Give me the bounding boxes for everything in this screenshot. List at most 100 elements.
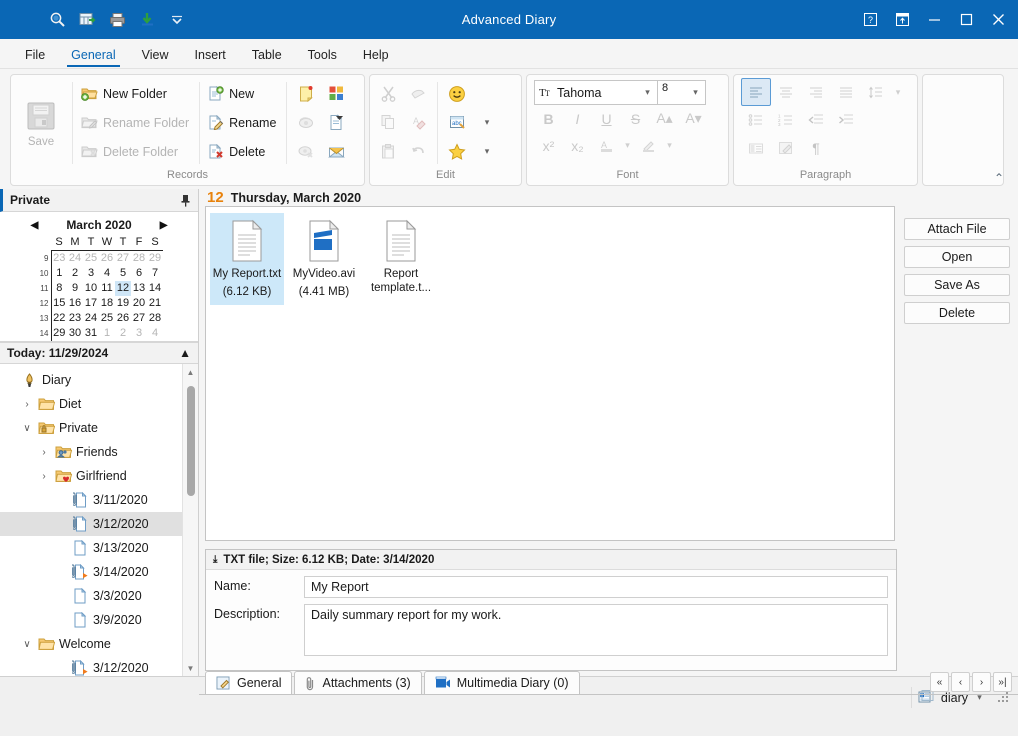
tree-item-3-11-2020[interactable]: 3/11/2020 — [0, 488, 198, 512]
calendar-day[interactable]: 7 — [147, 266, 163, 281]
tree-item-diet[interactable]: › Diet — [0, 392, 198, 416]
expand-arrow-icon[interactable]: › — [36, 471, 52, 482]
calendar-day[interactable]: 14 — [147, 281, 163, 296]
attachment-item[interactable]: MyVideo.avi (4.41 MB) — [287, 213, 361, 305]
tree-item-private[interactable]: ∨ Private — [0, 416, 198, 440]
calendar-day[interactable]: 1 — [51, 266, 67, 281]
calendar-day[interactable]: 11 — [99, 281, 115, 296]
attachment-list[interactable]: My Report.txt (6.12 KB) MyVideo.avi (4.41 M… — [205, 206, 895, 541]
calendar-day[interactable]: 1 — [99, 326, 115, 341]
calendar-day[interactable]: 27 — [131, 311, 147, 326]
save-button[interactable]: Save — [14, 79, 68, 167]
tab-table[interactable]: Table — [239, 44, 295, 68]
tab-tools[interactable]: Tools — [295, 44, 350, 68]
next-month-arrow[interactable]: ▶ — [160, 220, 168, 231]
calendar-day[interactable]: 3 — [131, 326, 147, 341]
tree-item-3-3-2020[interactable]: 3/3/2020 — [0, 584, 198, 608]
save-as-button[interactable]: Save As — [904, 274, 1010, 296]
import-icon[interactable] — [132, 7, 162, 33]
calendar-day[interactable]: 29 — [147, 251, 163, 267]
tab-view[interactable]: View — [129, 44, 182, 68]
pin-icon[interactable] — [180, 194, 191, 207]
sticky-note-icon[interactable] — [291, 79, 321, 108]
insert-object-chevron-down-icon[interactable]: ▾ — [472, 108, 502, 137]
tree-item-friends[interactable]: › Friends — [0, 440, 198, 464]
collapse-arrow-icon[interactable]: ∨ — [19, 423, 35, 434]
calendar-day[interactable]: 30 — [67, 326, 83, 341]
scroll-down-arrow[interactable]: ▼ — [183, 660, 198, 676]
tab-attachments[interactable]: Attachments (3) — [294, 671, 422, 694]
new-folder-button[interactable]: New Folder — [77, 79, 195, 108]
tab-help[interactable]: Help — [350, 44, 402, 68]
calendar-day[interactable]: 27 — [115, 251, 131, 267]
last-record-button[interactable]: »| — [993, 672, 1012, 692]
search-icon[interactable] — [42, 7, 72, 33]
calendar-day[interactable]: 8 — [51, 281, 67, 296]
attach-file-button[interactable]: Attach File — [904, 218, 1010, 240]
calendar-day[interactable]: 26 — [115, 311, 131, 326]
description-input[interactable]: Daily summary report for my work. — [304, 604, 888, 656]
collapse-arrow-icon[interactable]: ∨ — [19, 639, 35, 650]
insert-object-icon[interactable]: abc — [442, 108, 472, 137]
calendar-day[interactable]: 5 — [115, 266, 131, 281]
calendar-day[interactable]: 20 — [131, 296, 147, 311]
calendar-day[interactable]: 24 — [67, 251, 83, 267]
calendar-day[interactable]: 2 — [67, 266, 83, 281]
tree-item-3-9-2020[interactable]: 3/9/2020 — [0, 608, 198, 632]
tree-item-3-14-2020[interactable]: 3/14/2020 — [0, 560, 198, 584]
calendar-day[interactable]: 17 — [83, 296, 99, 311]
name-input[interactable]: My Report — [304, 576, 888, 598]
calendar-day[interactable]: 23 — [51, 251, 67, 267]
categories-icon[interactable] — [321, 79, 351, 108]
calendar-day[interactable]: 16 — [67, 296, 83, 311]
previous-record-button[interactable]: ‹ — [951, 672, 970, 692]
calendar-day[interactable]: 15 — [51, 296, 67, 311]
tree-item-diary[interactable]: Diary — [0, 368, 198, 392]
minimize-button[interactable] — [918, 5, 950, 35]
scroll-up-arrow[interactable]: ▲ — [183, 364, 198, 380]
tree-item-3-13-2020[interactable]: 3/13/2020 — [0, 536, 198, 560]
calendar-day[interactable]: 25 — [83, 251, 99, 267]
calendar-day[interactable]: 2 — [115, 326, 131, 341]
calendar-day[interactable]: 22 — [51, 311, 67, 326]
calendar-day[interactable]: 19 — [115, 296, 131, 311]
calendar-day[interactable]: 26 — [99, 251, 115, 267]
tab-insert[interactable]: Insert — [182, 44, 239, 68]
calendar-day[interactable]: 9 — [67, 281, 83, 296]
favorites-chevron-down-icon[interactable]: ▾ — [472, 137, 502, 166]
scroll-thumb[interactable] — [187, 386, 195, 496]
tree-item-3-12-2020[interactable]: 3/12/2020 — [0, 512, 198, 536]
tree-item-3-12-2020[interactable]: 3/12/2020 — [0, 656, 198, 676]
calendar-day[interactable]: 25 — [99, 311, 115, 326]
ribbon-display-button[interactable] — [886, 5, 918, 35]
expand-arrow-icon[interactable]: › — [36, 447, 52, 458]
font-size-chevron-down-icon[interactable]: ▾ — [690, 87, 701, 98]
calendar-day[interactable]: 21 — [147, 296, 163, 311]
send-mail-icon[interactable] — [321, 137, 351, 166]
resize-grip[interactable] — [998, 691, 1010, 704]
expand-arrow-icon[interactable]: › — [19, 399, 35, 410]
new-record-button[interactable]: New — [204, 79, 282, 108]
help-button[interactable]: ? — [854, 5, 886, 35]
open-button[interactable]: Open — [904, 246, 1010, 268]
calendar-day[interactable]: 24 — [83, 311, 99, 326]
emoticon-icon[interactable] — [442, 79, 472, 108]
tab-general-record[interactable]: General — [205, 671, 293, 694]
calendar-day[interactable]: 4 — [147, 326, 163, 341]
details-collapse-icon[interactable]: ⤓ — [213, 554, 217, 565]
calendar-day[interactable]: 18 — [99, 296, 115, 311]
tree-item-girlfriend[interactable]: › Girlfriend — [0, 464, 198, 488]
font-size-select[interactable]: 8 ▾ — [658, 80, 706, 105]
font-family-chevron-down-icon[interactable]: ▾ — [642, 87, 653, 98]
calendar-day[interactable]: 3 — [83, 266, 99, 281]
maximize-button[interactable] — [950, 5, 982, 35]
calendar-day[interactable]: 28 — [131, 251, 147, 267]
delete-button[interactable]: Delete — [904, 302, 1010, 324]
export-grid-icon[interactable] — [72, 7, 102, 33]
tab-multimedia-diary[interactable]: Multimedia Diary (0) — [423, 671, 580, 694]
tree-item-welcome[interactable]: ∨ Welcome — [0, 632, 198, 656]
chevron-down-icon[interactable] — [162, 7, 192, 33]
tab-file[interactable]: File — [12, 44, 58, 68]
tab-general[interactable]: General — [58, 44, 128, 68]
calendar-day[interactable]: 28 — [147, 311, 163, 326]
